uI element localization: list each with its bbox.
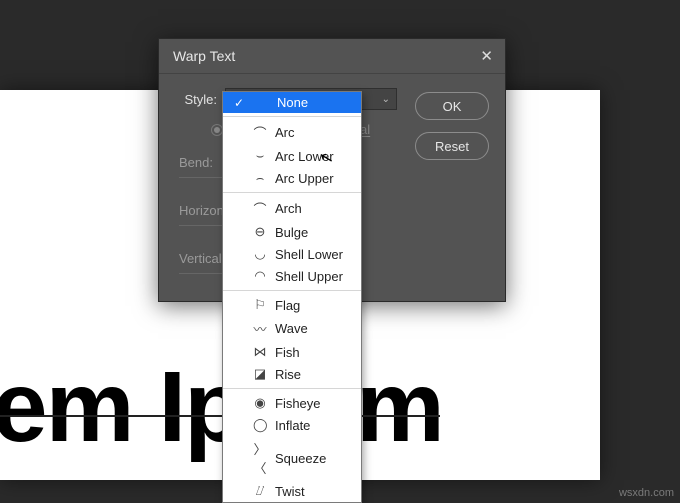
arch-icon: ⌒ — [253, 199, 267, 218]
style-option-inflate[interactable]: ◯ Inflate — [223, 414, 361, 436]
dialog-title: Warp Text — [173, 48, 235, 64]
chevron-down-icon: ⌄ — [382, 94, 390, 105]
shell-lower-icon: ◡ — [253, 246, 267, 262]
squeeze-icon: 〉〈 — [253, 439, 267, 477]
style-option-fisheye[interactable]: ◉ Fisheye — [223, 392, 361, 414]
option-label: Twist — [275, 484, 305, 499]
option-label: Rise — [275, 367, 301, 382]
option-label: Arc Upper — [275, 171, 334, 186]
twist-icon: ⌰ — [253, 483, 267, 499]
bulge-icon: ⊖ — [253, 224, 267, 240]
style-option-arc[interactable]: ⌒ Arc — [223, 120, 361, 145]
style-label: Style: — [179, 92, 217, 107]
style-option-fish[interactable]: ⋈ Fish — [223, 341, 361, 363]
dialog-titlebar: Warp Text ✕ — [159, 39, 505, 74]
check-icon: ✓ — [233, 96, 245, 110]
menu-separator — [223, 116, 361, 117]
inflate-icon: ◯ — [253, 417, 267, 433]
close-icon[interactable]: ✕ — [480, 47, 493, 65]
style-option-arc-upper[interactable]: ⌢ Arc Upper — [223, 167, 361, 189]
text-underline — [0, 415, 440, 417]
menu-separator — [223, 192, 361, 193]
style-dropdown-menu: ✓ None ⌒Arc ⌣Arc Lower ⌢Arc Upper ⌒Arch … — [222, 91, 362, 503]
arc-icon: ⌒ — [253, 123, 267, 142]
option-label: Shell Lower — [275, 247, 343, 262]
option-label: Arch — [275, 201, 302, 216]
style-option-squeeze[interactable]: 〉〈 Squeeze — [223, 436, 361, 480]
option-label: Bulge — [275, 225, 308, 240]
fish-icon: ⋈ — [253, 344, 267, 360]
option-label: Squeeze — [275, 451, 326, 466]
reset-button[interactable]: Reset — [415, 132, 489, 160]
option-label: Fisheye — [275, 396, 321, 411]
flag-icon: ⚐ — [253, 297, 267, 313]
fisheye-icon: ◉ — [253, 395, 267, 411]
style-option-none[interactable]: ✓ None — [223, 92, 361, 113]
style-option-arch[interactable]: ⌒ Arch — [223, 196, 361, 221]
arc-lower-icon: ⌣ — [253, 148, 267, 164]
menu-separator — [223, 290, 361, 291]
option-label: Flag — [275, 298, 300, 313]
option-label: Arc Lower — [275, 149, 334, 164]
style-option-rise[interactable]: ◪ Rise — [223, 363, 361, 385]
shell-upper-icon: ◠ — [253, 268, 267, 284]
style-option-bulge[interactable]: ⊖ Bulge — [223, 221, 361, 243]
watermark-text: wsxdn.com — [619, 487, 674, 499]
option-label: None — [277, 95, 308, 110]
wave-icon: 〰 — [253, 319, 267, 338]
ok-button[interactable]: OK — [415, 92, 489, 120]
menu-separator — [223, 388, 361, 389]
style-option-arc-lower[interactable]: ⌣ Arc Lower — [223, 145, 361, 167]
option-label: Inflate — [275, 418, 310, 433]
style-option-wave[interactable]: 〰 Wave — [223, 316, 361, 341]
arc-upper-icon: ⌢ — [253, 170, 267, 186]
option-label: Shell Upper — [275, 269, 343, 284]
style-option-shell-lower[interactable]: ◡ Shell Lower — [223, 243, 361, 265]
style-option-flag[interactable]: ⚐ Flag — [223, 294, 361, 316]
rise-icon: ◪ — [253, 366, 267, 382]
style-option-twist[interactable]: ⌰ Twist — [223, 480, 361, 502]
option-label: Wave — [275, 321, 308, 336]
option-label: Fish — [275, 345, 300, 360]
option-label: Arc — [275, 125, 295, 140]
style-option-shell-upper[interactable]: ◠ Shell Upper — [223, 265, 361, 287]
